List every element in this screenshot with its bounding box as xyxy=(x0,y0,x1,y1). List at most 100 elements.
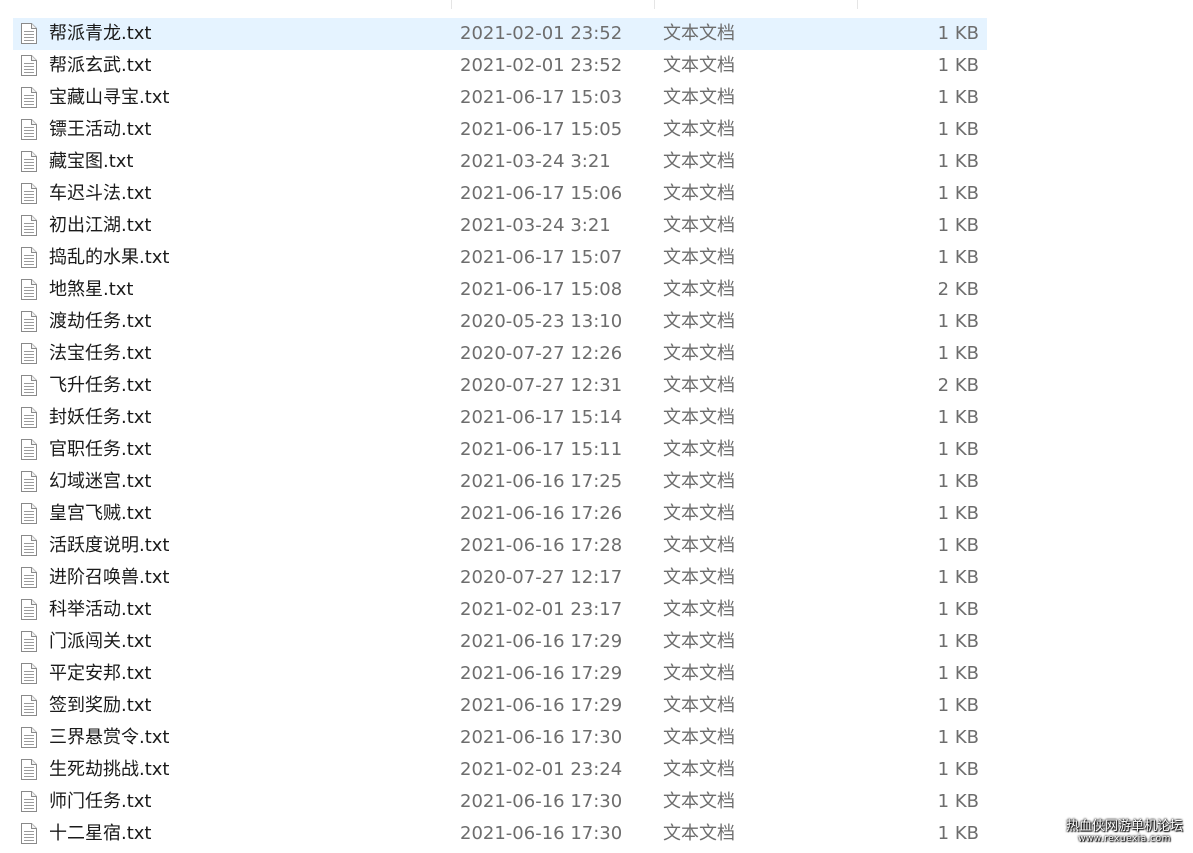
file-name: 法宝任务.txt xyxy=(49,343,152,364)
text-file-icon xyxy=(21,727,37,748)
file-row[interactable]: 帮派玄武.txt 2021-02-01 23:52 文本文档 1 KB xyxy=(13,50,987,82)
file-date-modified: 2021-03-24 3:21 xyxy=(460,215,611,236)
file-size: 1 KB xyxy=(937,119,979,140)
file-row[interactable]: 幻域迷宫.txt 2021-06-16 17:25 文本文档 1 KB xyxy=(13,466,987,498)
file-size: 1 KB xyxy=(937,215,979,236)
file-type: 文本文档 xyxy=(663,215,735,236)
file-date-modified: 2021-06-16 17:26 xyxy=(460,503,623,524)
file-size: 1 KB xyxy=(937,343,979,364)
file-row[interactable]: 科举活动.txt 2021-02-01 23:17 文本文档 1 KB xyxy=(13,594,987,626)
text-file-icon xyxy=(21,311,37,332)
file-name: 封妖任务.txt xyxy=(49,407,152,428)
file-row[interactable]: 帮派青龙.txt 2021-02-01 23:52 文本文档 1 KB xyxy=(13,18,987,50)
file-size: 1 KB xyxy=(937,599,979,620)
file-date-modified: 2020-07-27 12:31 xyxy=(460,375,623,396)
file-type: 文本文档 xyxy=(663,759,735,780)
file-type: 文本文档 xyxy=(663,439,735,460)
file-row[interactable]: 法宝任务.txt 2020-07-27 12:26 文本文档 1 KB xyxy=(13,338,987,370)
file-name: 活跃度说明.txt xyxy=(49,535,170,556)
file-row[interactable]: 活跃度说明.txt 2021-06-16 17:28 文本文档 1 KB xyxy=(13,530,987,562)
file-row[interactable]: 十二星宿.txt 2021-06-16 17:30 文本文档 1 KB xyxy=(13,818,987,850)
column-divider[interactable] xyxy=(654,0,655,9)
file-name: 皇宫飞贼.txt xyxy=(49,503,152,524)
file-date-modified: 2021-02-01 23:17 xyxy=(460,599,623,620)
file-row[interactable]: 地煞星.txt 2021-06-17 15:08 文本文档 2 KB xyxy=(13,274,987,306)
file-date-modified: 2021-06-16 17:30 xyxy=(460,727,623,748)
file-row[interactable]: 封妖任务.txt 2021-06-17 15:14 文本文档 1 KB xyxy=(13,402,987,434)
file-date-modified: 2020-07-27 12:17 xyxy=(460,567,623,588)
file-type: 文本文档 xyxy=(663,535,735,556)
text-file-icon xyxy=(21,151,37,172)
file-date-modified: 2021-06-17 15:07 xyxy=(460,247,623,268)
file-name: 十二星宿.txt xyxy=(49,823,152,844)
file-type: 文本文档 xyxy=(663,663,735,684)
file-row[interactable]: 藏宝图.txt 2021-03-24 3:21 文本文档 1 KB xyxy=(13,146,987,178)
file-name: 平定安邦.txt xyxy=(49,663,152,684)
column-divider[interactable] xyxy=(857,0,858,9)
file-list: 帮派青龙.txt 2021-02-01 23:52 文本文档 1 KB 帮派玄武.txt… xyxy=(13,18,987,850)
file-row[interactable]: 皇宫飞贼.txt 2021-06-16 17:26 文本文档 1 KB xyxy=(13,498,987,530)
file-type: 文本文档 xyxy=(663,407,735,428)
text-file-icon xyxy=(21,87,37,108)
file-type: 文本文档 xyxy=(663,599,735,620)
file-date-modified: 2021-02-01 23:24 xyxy=(460,759,623,780)
file-name: 三界悬赏令.txt xyxy=(49,727,170,748)
file-row[interactable]: 镖王活动.txt 2021-06-17 15:05 文本文档 1 KB xyxy=(13,114,987,146)
text-file-icon xyxy=(21,407,37,428)
column-header xyxy=(0,0,1193,10)
file-size: 1 KB xyxy=(937,55,979,76)
file-row[interactable]: 生死劫挑战.txt 2021-02-01 23:24 文本文档 1 KB xyxy=(13,754,987,786)
file-size: 1 KB xyxy=(937,151,979,172)
file-size: 1 KB xyxy=(937,471,979,492)
file-row[interactable]: 官职任务.txt 2021-06-17 15:11 文本文档 1 KB xyxy=(13,434,987,466)
file-type: 文本文档 xyxy=(663,791,735,812)
file-row[interactable]: 平定安邦.txt 2021-06-16 17:29 文本文档 1 KB xyxy=(13,658,987,690)
file-size: 1 KB xyxy=(937,183,979,204)
text-file-icon xyxy=(21,503,37,524)
file-type: 文本文档 xyxy=(663,471,735,492)
file-row[interactable]: 师门任务.txt 2021-06-16 17:30 文本文档 1 KB xyxy=(13,786,987,818)
file-name: 帮派玄武.txt xyxy=(49,55,152,76)
file-row[interactable]: 三界悬赏令.txt 2021-06-16 17:30 文本文档 1 KB xyxy=(13,722,987,754)
file-type: 文本文档 xyxy=(663,727,735,748)
file-row[interactable]: 进阶召唤兽.txt 2020-07-27 12:17 文本文档 1 KB xyxy=(13,562,987,594)
file-row[interactable]: 宝藏山寻宝.txt 2021-06-17 15:03 文本文档 1 KB xyxy=(13,82,987,114)
file-type: 文本文档 xyxy=(663,375,735,396)
file-type: 文本文档 xyxy=(663,567,735,588)
file-row[interactable]: 车迟斗法.txt 2021-06-17 15:06 文本文档 1 KB xyxy=(13,178,987,210)
file-name: 飞升任务.txt xyxy=(49,375,152,396)
file-name: 藏宝图.txt xyxy=(49,151,134,172)
file-type: 文本文档 xyxy=(663,823,735,844)
file-name: 初出江湖.txt xyxy=(49,215,152,236)
file-row[interactable]: 签到奖励.txt 2021-06-16 17:29 文本文档 1 KB xyxy=(13,690,987,722)
file-date-modified: 2021-06-17 15:06 xyxy=(460,183,623,204)
file-type: 文本文档 xyxy=(663,247,735,268)
file-size: 1 KB xyxy=(937,87,979,108)
file-row[interactable]: 门派闯关.txt 2021-06-16 17:29 文本文档 1 KB xyxy=(13,626,987,658)
file-size: 1 KB xyxy=(937,407,979,428)
file-row[interactable]: 飞升任务.txt 2020-07-27 12:31 文本文档 2 KB xyxy=(13,370,987,402)
file-type: 文本文档 xyxy=(663,119,735,140)
text-file-icon xyxy=(21,823,37,844)
file-row[interactable]: 捣乱的水果.txt 2021-06-17 15:07 文本文档 1 KB xyxy=(13,242,987,274)
text-file-icon xyxy=(21,599,37,620)
file-name: 帮派青龙.txt xyxy=(49,23,152,44)
file-row[interactable]: 初出江湖.txt 2021-03-24 3:21 文本文档 1 KB xyxy=(13,210,987,242)
text-file-icon xyxy=(21,279,37,300)
file-size: 2 KB xyxy=(937,279,979,300)
file-date-modified: 2021-06-17 15:08 xyxy=(460,279,623,300)
text-file-icon xyxy=(21,55,37,76)
column-divider[interactable] xyxy=(451,0,452,9)
file-date-modified: 2021-06-16 17:30 xyxy=(460,791,623,812)
file-size: 1 KB xyxy=(937,23,979,44)
file-type: 文本文档 xyxy=(663,695,735,716)
text-file-icon xyxy=(21,471,37,492)
file-size: 1 KB xyxy=(937,727,979,748)
text-file-icon xyxy=(21,119,37,140)
file-date-modified: 2021-06-17 15:05 xyxy=(460,119,623,140)
file-type: 文本文档 xyxy=(663,311,735,332)
text-file-icon xyxy=(21,343,37,364)
file-date-modified: 2021-06-16 17:28 xyxy=(460,535,623,556)
file-date-modified: 2021-02-01 23:52 xyxy=(460,23,623,44)
file-row[interactable]: 渡劫任务.txt 2020-05-23 13:10 文本文档 1 KB xyxy=(13,306,987,338)
